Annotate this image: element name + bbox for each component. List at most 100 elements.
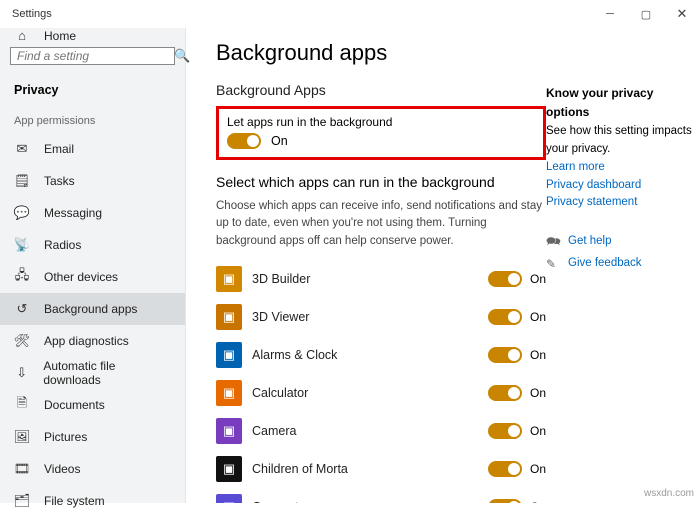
app-toggle[interactable] (488, 499, 522, 503)
app-toggle[interactable] (488, 271, 522, 287)
app-row-calculator: ▣ Calculator On (216, 378, 546, 408)
sidebar-item-label: Messaging (44, 206, 102, 220)
sidebar-icon: 🖼 (14, 429, 30, 445)
sidebar-item-label: Radios (44, 238, 81, 252)
sidebar-item-other-devices[interactable]: 🖧 Other devices (0, 261, 185, 293)
select-apps-description: Choose which apps can receive info, send… (216, 198, 546, 250)
give-feedback-row[interactable]: ✎ Give feedback (546, 255, 696, 274)
sidebar-icon: 🎞 (14, 461, 30, 477)
app-toggle-state: On (530, 348, 546, 362)
sidebar-item-label: App diagnostics (44, 334, 129, 348)
give-feedback-link[interactable]: Give feedback (568, 255, 642, 273)
sidebar-item-automatic-file-downloads[interactable]: ⇩ Automatic file downloads (0, 357, 185, 389)
app-name-label: Children of Morta (252, 462, 488, 476)
sidebar-icon: 🖧 (14, 266, 30, 288)
app-toggle[interactable] (488, 309, 522, 325)
sidebar-item-videos[interactable]: 🎞 Videos (0, 453, 185, 485)
master-toggle[interactable] (227, 133, 261, 149)
sidebar-item-label: Pictures (44, 430, 87, 444)
sidebar-item-label: Email (44, 142, 74, 156)
app-row-alarms-clock: ▣ Alarms & Clock On (216, 340, 546, 370)
app-toggle[interactable] (488, 423, 522, 439)
sidebar-item-documents[interactable]: 🗎 Documents (0, 389, 185, 421)
sidebar-item-label: Other devices (44, 270, 118, 284)
home-nav[interactable]: ⌂ Home (0, 28, 185, 43)
sidebar-item-messaging[interactable]: 💬 Messaging (0, 197, 185, 229)
sidebar-item-app-diagnostics[interactable]: 🛠 App diagnostics (0, 325, 185, 357)
app-name-label: 3D Builder (252, 272, 488, 286)
titlebar: Settings ─ ▢ ✕ (0, 0, 700, 28)
app-name-label: Alarms & Clock (252, 348, 488, 362)
sidebar-item-background-apps[interactable]: ↺ Background apps (0, 293, 185, 325)
section-background-apps: Background Apps (216, 82, 546, 98)
get-help-row[interactable]: 🗪 Get help (546, 232, 696, 251)
sidebar: ⌂ Home 🔍 Privacy App permissions ✉Email🗒… (0, 28, 186, 503)
get-help-link[interactable]: Get help (568, 233, 611, 251)
sidebar-item-tasks[interactable]: 🗒 Tasks (0, 165, 185, 197)
sidebar-icon: 💬 (14, 205, 30, 221)
app-icon: ▣ (216, 418, 242, 444)
sidebar-item-pictures[interactable]: 🖼 Pictures (0, 421, 185, 453)
sidebar-item-label: Documents (44, 398, 105, 412)
app-toggle[interactable] (488, 347, 522, 363)
app-icon: ▣ (216, 380, 242, 406)
sidebar-item-label: Tasks (44, 174, 75, 188)
sidebar-icon: 🗂 (14, 493, 30, 509)
app-permissions-heading: App permissions (0, 101, 185, 133)
settings-app-name: Settings (12, 8, 52, 20)
sidebar-item-label: File system (44, 494, 105, 508)
sidebar-item-radios[interactable]: 📡 Radios (0, 229, 185, 261)
watermark: wsxdn.com (644, 488, 694, 499)
app-row-camera: ▣ Camera On (216, 416, 546, 446)
sidebar-item-label: Background apps (44, 302, 137, 316)
sidebar-icon: 🛠 (14, 333, 30, 349)
app-name-label: 3D Viewer (252, 310, 488, 324)
app-icon: ▣ (216, 342, 242, 368)
sidebar-icon: ↺ (14, 301, 30, 317)
app-toggle-state: On (530, 310, 546, 324)
link-privacy-statement[interactable]: Privacy statement (546, 194, 696, 212)
home-icon: ⌂ (14, 28, 30, 43)
feedback-icon: ✎ (546, 255, 560, 274)
help-icon: 🗪 (546, 232, 560, 251)
sidebar-item-file-system[interactable]: 🗂 File system (0, 485, 185, 517)
close-button[interactable]: ✕ (664, 0, 700, 28)
home-label: Home (44, 29, 76, 43)
app-toggle[interactable] (488, 385, 522, 401)
sidebar-icon: 📡 (14, 237, 30, 253)
search-input[interactable] (17, 49, 174, 63)
section-select-apps: Select which apps can run in the backgro… (216, 174, 546, 190)
sidebar-icon: 🗒 (14, 173, 30, 189)
app-toggle-state: On (530, 424, 546, 438)
app-row-3d-viewer: ▣3D ViewerOn (216, 302, 546, 332)
privacy-options-desc: See how this setting impacts your privac… (546, 123, 696, 159)
app-toggle[interactable] (488, 461, 522, 477)
sidebar-item-label: Videos (44, 462, 80, 476)
sidebar-item-label: Automatic file downloads (43, 359, 171, 387)
link-privacy-dashboard[interactable]: Privacy dashboard (546, 177, 696, 195)
app-row-children-of-morta: ▣ Children of Morta On (216, 454, 546, 484)
content-area: Background apps Background Apps Let apps… (186, 28, 700, 503)
sidebar-item-email[interactable]: ✉Email (0, 133, 185, 165)
highlighted-master-toggle: Let apps run in the background On (216, 106, 546, 160)
app-icon: ▣ (216, 266, 242, 292)
app-icon: ▣ (216, 494, 242, 503)
app-icon: ▣ (216, 456, 242, 482)
sidebar-icon: ⇩ (14, 365, 29, 381)
link-learn-more[interactable]: Learn more (546, 159, 696, 177)
app-toggle-state: On (530, 462, 546, 476)
app-list: ▣ 3D Builder On ▣ 3D Viewer On ▣ Alarms & Clock… (216, 264, 546, 503)
settings-search[interactable]: 🔍 (10, 47, 175, 65)
minimize-button[interactable]: ─ (592, 0, 628, 28)
app-name-label: Calculator (252, 386, 488, 400)
sidebar-icon: 🗎 (14, 394, 30, 416)
maximize-button[interactable]: ▢ (628, 0, 664, 28)
privacy-heading: Privacy (0, 73, 185, 101)
app-toggle-state: On (530, 272, 546, 286)
app-toggle-state: On (530, 386, 546, 400)
app-row-3d-builder: ▣ 3D Builder On (216, 264, 546, 294)
app-row-connect: ▣ConnectOn (216, 492, 546, 503)
app-name-label: Camera (252, 424, 488, 438)
master-toggle-state: On (271, 134, 288, 148)
info-sidebar: Know your privacy options See how this s… (546, 38, 696, 503)
